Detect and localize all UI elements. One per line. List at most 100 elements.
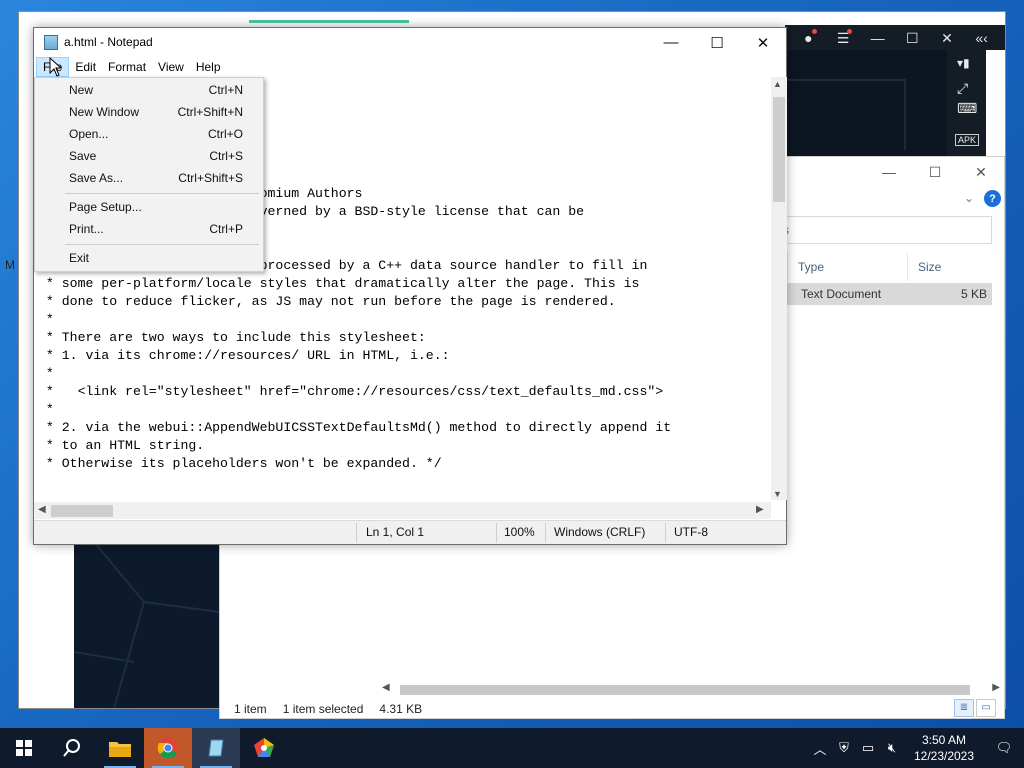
menu-item-new-window[interactable]: New Window Ctrl+Shift+N (35, 101, 263, 123)
side-letter: M (5, 258, 15, 272)
volume-muted-icon[interactable]: 🔇︎ (880, 740, 904, 756)
explorer-window-controls: — ☐ ✕ (866, 157, 1004, 187)
file-explorer-taskbar-button[interactable] (96, 728, 144, 768)
cursor-position: Ln 1, Col 1 (366, 525, 425, 539)
maximize-icon[interactable]: ☐ (901, 29, 923, 47)
menu-help[interactable]: Help (190, 57, 227, 77)
text-line: * Otherwise its placeholders won't be ex… (38, 456, 442, 471)
scroll-up-icon[interactable]: ▲ (773, 79, 782, 89)
chevron-up-icon[interactable]: ︿ (808, 739, 832, 758)
minimize-button[interactable]: — (648, 28, 694, 57)
dark-panel (74, 542, 220, 708)
emulator-screen (785, 50, 947, 156)
menu-bar: File Edit Format View Help (34, 57, 786, 77)
menu-item-open[interactable]: Open... Ctrl+O (35, 123, 263, 145)
status-bar: Ln 1, Col 1 100% Windows (CRLF) UTF-8 (34, 520, 786, 544)
clock[interactable]: 3:50 AM 12/23/2023 (904, 732, 984, 764)
apk-icon[interactable]: APK (955, 134, 980, 146)
collapse-icon[interactable]: «‹ (971, 29, 993, 47)
help-icon[interactable]: ? (984, 190, 1001, 207)
window-title: a.html - Notepad (64, 35, 153, 49)
column-type[interactable]: Type (787, 253, 907, 281)
windows-logo-icon (16, 740, 32, 756)
explorer-scroll-thumb[interactable] (400, 685, 970, 695)
view-buttons: ≣ ▭ (952, 699, 996, 717)
wifi-battery-icon: ▾▮ (957, 56, 970, 70)
menu-item-exit[interactable]: Exit (35, 247, 263, 269)
text-line: * (38, 366, 54, 381)
chrome-icon (157, 738, 178, 759)
zoom-level: 100% (504, 525, 535, 539)
menu-separator (65, 244, 259, 245)
text-line: * done to reduce flicker, as JS may not … (38, 294, 616, 309)
emulator-toolbar: ● ☰ — ☐ ✕ «‹ (785, 25, 1005, 50)
folder-icon (109, 742, 131, 757)
app-taskbar-button[interactable] (240, 728, 288, 768)
explorer-status-bar: 1 item 1 item selected 4.31 KB (220, 698, 1004, 720)
menu-item-page-setup[interactable]: Page Setup... (35, 196, 263, 218)
notepad-icon (208, 739, 224, 757)
menu-item-new[interactable]: New Ctrl+N (35, 79, 263, 101)
scroll-right-icon[interactable]: ▶ (992, 682, 1000, 693)
close-button[interactable]: ✕ (740, 28, 786, 57)
taskbar: ︿ ⛨ ▭ 🔇︎ 3:50 AM 12/23/2023 🗨︎ (0, 728, 1024, 768)
account-icon[interactable]: ● (797, 28, 819, 47)
tiles-view-icon[interactable]: ▭ (976, 699, 996, 717)
menu-separator (65, 193, 259, 194)
scroll-right-icon[interactable]: ▶ (756, 504, 764, 515)
menu-icon[interactable]: ☰ (832, 28, 854, 47)
fullscreen-icon[interactable]: ⤢ (957, 80, 968, 97)
scroll-down-icon[interactable]: ▼ (773, 489, 782, 499)
chevron-down-icon[interactable]: ⌄ (964, 191, 974, 205)
menu-item-print[interactable]: Print... Ctrl+P (35, 218, 263, 240)
explorer-minimize-button[interactable]: — (866, 157, 912, 187)
notepad-window-controls: — ☐ ✕ (648, 28, 786, 57)
column-size[interactable]: Size (907, 253, 992, 281)
horizontal-scrollbar[interactable] (34, 502, 771, 519)
scroll-left-icon[interactable]: ◀ (382, 682, 390, 693)
clock-date: 12/23/2023 (913, 749, 975, 763)
file-row[interactable]: Text Document 5 KB (787, 283, 992, 305)
text-line: * (38, 312, 54, 327)
system-tray: ︿ ⛨ ▭ 🔇︎ 3:50 AM 12/23/2023 🗨︎ (808, 728, 1024, 768)
text-line: * 1. via its chrome://resources/ URL in … (38, 348, 450, 363)
maximize-button[interactable]: ☐ (694, 28, 740, 57)
minimize-icon[interactable]: — (867, 29, 889, 47)
close-icon[interactable]: ✕ (936, 29, 958, 47)
colorful-app-icon (254, 738, 274, 757)
line-ending: Windows (CRLF) (554, 525, 646, 539)
text-line: * (38, 402, 54, 417)
item-count: 1 item (234, 702, 267, 716)
text-line: * to an HTML string. (38, 438, 205, 453)
keyboard-icon[interactable]: ⌨ (957, 100, 977, 117)
dark-panel-lines (74, 542, 220, 708)
emulator-screen-lines (785, 79, 906, 150)
network-icon[interactable]: ▭ (856, 740, 880, 756)
explorer-close-button[interactable]: ✕ (958, 157, 1004, 187)
search-button[interactable] (48, 728, 96, 768)
details-view-icon[interactable]: ≣ (954, 699, 974, 717)
menu-item-save-as[interactable]: Save As... Ctrl+Shift+S (35, 167, 263, 189)
notification-icon[interactable]: 🗨︎ (984, 740, 1024, 756)
menu-edit[interactable]: Edit (69, 57, 102, 77)
horizontal-scroll-thumb[interactable] (51, 505, 113, 517)
menu-format[interactable]: Format (102, 57, 152, 77)
emulator-sidebar: ▾▮ ⤢ ⌨ APK (947, 50, 986, 156)
menu-item-save[interactable]: Save Ctrl+S (35, 145, 263, 167)
text-line: * There are two ways to include this sty… (38, 330, 426, 345)
search-icon (63, 739, 80, 757)
mouse-cursor-icon (49, 57, 63, 77)
menu-view[interactable]: View (152, 57, 190, 77)
encoding: UTF-8 (674, 525, 708, 539)
chrome-taskbar-button[interactable] (144, 728, 192, 768)
vertical-scroll-thumb[interactable] (773, 97, 785, 202)
notepad-taskbar-button[interactable] (192, 728, 240, 768)
search-input[interactable]: s (780, 216, 992, 244)
clock-time: 3:50 AM (921, 733, 967, 747)
start-button[interactable] (0, 728, 48, 768)
scroll-left-icon[interactable]: ◀ (38, 504, 46, 515)
text-line: * some per-platform/locale styles that d… (38, 276, 640, 291)
window-accent-bar (249, 20, 409, 23)
explorer-maximize-button[interactable]: ☐ (912, 157, 958, 187)
security-icon[interactable]: ⛨ (832, 740, 856, 756)
